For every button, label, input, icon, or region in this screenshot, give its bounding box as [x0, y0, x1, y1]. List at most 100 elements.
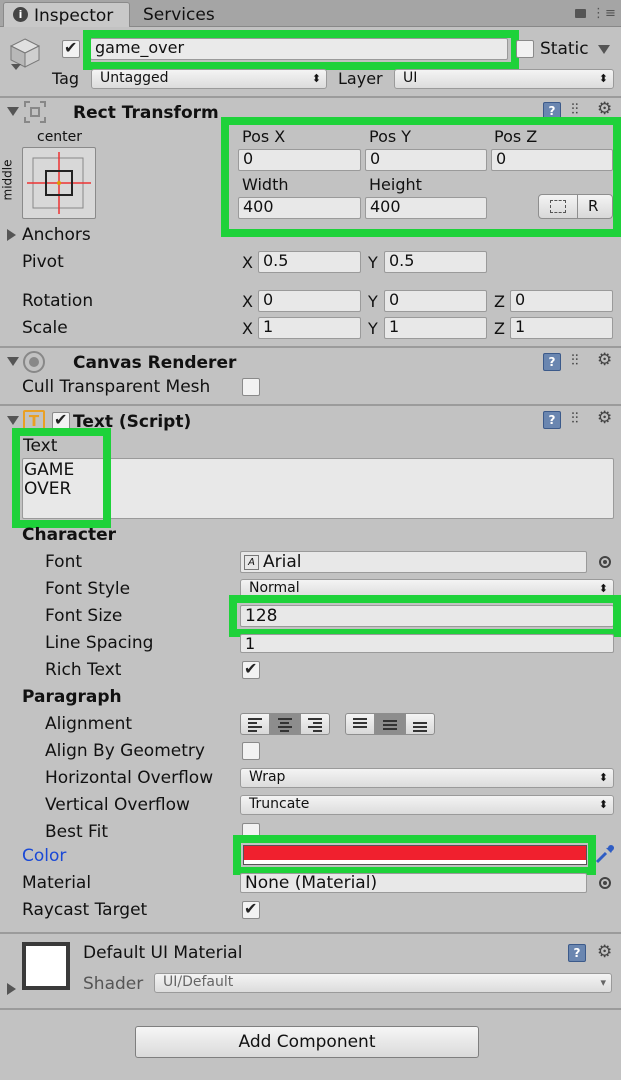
- font-label: Font: [45, 552, 83, 572]
- updown-icon: ⬍: [598, 771, 608, 784]
- scale-x-input[interactable]: 1: [258, 317, 361, 339]
- static-dropdown-icon[interactable]: [598, 45, 610, 54]
- shader-dropdown[interactable]: UI/Default ▾: [154, 973, 612, 993]
- layer-dropdown[interactable]: UI ⬍: [394, 69, 614, 89]
- line-spacing-input[interactable]: 1: [240, 634, 614, 653]
- raycast-target-label: Raycast Target: [22, 900, 148, 920]
- align-middle-button[interactable]: [375, 713, 405, 735]
- align-left-icon: [248, 718, 264, 734]
- line-spacing-label: Line Spacing: [45, 633, 154, 653]
- rotation-y-input[interactable]: 0: [384, 290, 487, 312]
- highlight-box: [229, 595, 621, 637]
- align-right-button[interactable]: [300, 713, 330, 735]
- align-bottom-icon: [413, 722, 429, 734]
- align-center-button[interactable]: [270, 713, 300, 735]
- settings-icon[interactable]: ⚙: [597, 942, 612, 962]
- object-picker-icon[interactable]: [599, 556, 611, 568]
- updown-icon: ⬍: [598, 798, 608, 811]
- vertical-overflow-dropdown[interactable]: Truncate ⬍: [240, 795, 614, 815]
- sliders-icon[interactable]: ⫶⫶: [571, 100, 579, 118]
- cull-transparent-mesh-label: Cull Transparent Mesh: [22, 377, 211, 397]
- font-size-label: Font Size: [45, 606, 123, 626]
- pivot-x-label: X: [242, 253, 253, 272]
- rotation-y-label: Y: [368, 292, 378, 311]
- pivot-y-input[interactable]: 0.5: [384, 251, 487, 273]
- tag-dropdown[interactable]: Untagged ⬍: [91, 69, 327, 89]
- align-by-geometry-checkbox[interactable]: [242, 742, 260, 760]
- tab-inspector-label: Inspector: [34, 6, 114, 26]
- anchor-horizontal-label: center: [37, 129, 83, 145]
- paragraph-header: Paragraph: [22, 687, 122, 707]
- horizontal-overflow-value: Wrap: [249, 769, 286, 785]
- help-icon[interactable]: ?: [543, 353, 561, 371]
- align-middle-icon: [383, 720, 399, 732]
- highlight-box: [221, 117, 621, 237]
- shader-label: Shader: [83, 974, 144, 994]
- rect-transform-title: Rect Transform: [73, 103, 219, 123]
- rect-transform-icon: [23, 100, 47, 124]
- updown-icon: ⬍: [311, 72, 321, 85]
- static-checkbox[interactable]: [516, 40, 534, 58]
- scale-y-input[interactable]: 1: [384, 317, 487, 339]
- rect-transform-foldout-icon[interactable]: [7, 107, 19, 116]
- settings-icon[interactable]: ⚙: [597, 408, 612, 428]
- sliders-icon[interactable]: ⫶⫶: [571, 351, 579, 369]
- pivot-x-input[interactable]: 0.5: [258, 251, 361, 273]
- settings-icon[interactable]: ⚙: [597, 350, 612, 370]
- help-icon[interactable]: ?: [568, 944, 586, 962]
- active-checkbox[interactable]: [62, 38, 80, 58]
- info-icon: i: [13, 7, 28, 22]
- static-label: Static: [540, 39, 589, 59]
- canvas-renderer-title: Canvas Renderer: [73, 353, 237, 373]
- lock-icon[interactable]: [575, 9, 586, 18]
- align-bottom-button[interactable]: [405, 713, 435, 735]
- updown-icon: ⬍: [598, 72, 608, 85]
- divider: [0, 346, 621, 348]
- object-picker-icon[interactable]: [599, 877, 611, 889]
- character-header: Character: [22, 525, 117, 545]
- horizontal-overflow-label: Horizontal Overflow: [45, 768, 214, 788]
- horizontal-overflow-dropdown[interactable]: Wrap ⬍: [240, 768, 614, 788]
- anchor-preset-button[interactable]: [22, 147, 96, 219]
- align-right-icon: [308, 718, 324, 734]
- eyedropper-icon[interactable]: [594, 843, 616, 865]
- rotation-z-label: Z: [494, 292, 505, 311]
- text-foldout-icon[interactable]: [7, 416, 19, 425]
- vertical-overflow-value: Truncate: [249, 796, 310, 812]
- rotation-z-input[interactable]: 0: [510, 290, 613, 312]
- font-field[interactable]: A Arial: [240, 551, 587, 573]
- shader-value: UI/Default: [163, 974, 234, 990]
- anchors-label[interactable]: Anchors: [22, 225, 91, 245]
- align-top-button[interactable]: [345, 713, 375, 735]
- material-field[interactable]: None (Material): [240, 873, 587, 893]
- anchors-foldout-icon[interactable]: [7, 229, 16, 241]
- tab-services[interactable]: Services: [143, 5, 215, 25]
- canvas-renderer-foldout-icon[interactable]: [7, 357, 19, 366]
- settings-icon[interactable]: ⚙: [597, 99, 612, 119]
- font-style-label: Font Style: [45, 579, 131, 599]
- tab-inspector[interactable]: i Inspector: [3, 2, 130, 27]
- align-left-button[interactable]: [240, 713, 270, 735]
- cube-dropdown-icon[interactable]: [11, 64, 21, 70]
- align-by-geometry-label: Align By Geometry: [45, 741, 205, 761]
- font-style-value: Normal: [249, 580, 300, 596]
- rich-text-label: Rich Text: [45, 660, 122, 680]
- layer-label: Layer: [338, 69, 383, 88]
- scale-x-label: X: [242, 319, 253, 338]
- pivot-label: Pivot: [22, 252, 64, 272]
- divider: [0, 96, 621, 98]
- menu-icon[interactable]: ⋮≡: [592, 6, 616, 21]
- scale-z-input[interactable]: 1: [510, 317, 613, 339]
- sliders-icon[interactable]: ⫶⫶: [571, 409, 579, 427]
- highlight-box: [233, 835, 596, 875]
- material-title: Default UI Material: [83, 943, 243, 963]
- help-icon[interactable]: ?: [543, 411, 561, 429]
- material-foldout-icon[interactable]: [7, 983, 16, 995]
- cull-transparent-mesh-checkbox[interactable]: [242, 378, 260, 396]
- highlight-box: [12, 428, 111, 528]
- add-component-button[interactable]: Add Component: [135, 1026, 479, 1058]
- rich-text-checkbox[interactable]: [242, 659, 260, 679]
- rotation-x-input[interactable]: 0: [258, 290, 361, 312]
- raycast-target-checkbox[interactable]: [242, 899, 260, 919]
- highlight-box: [83, 30, 519, 70]
